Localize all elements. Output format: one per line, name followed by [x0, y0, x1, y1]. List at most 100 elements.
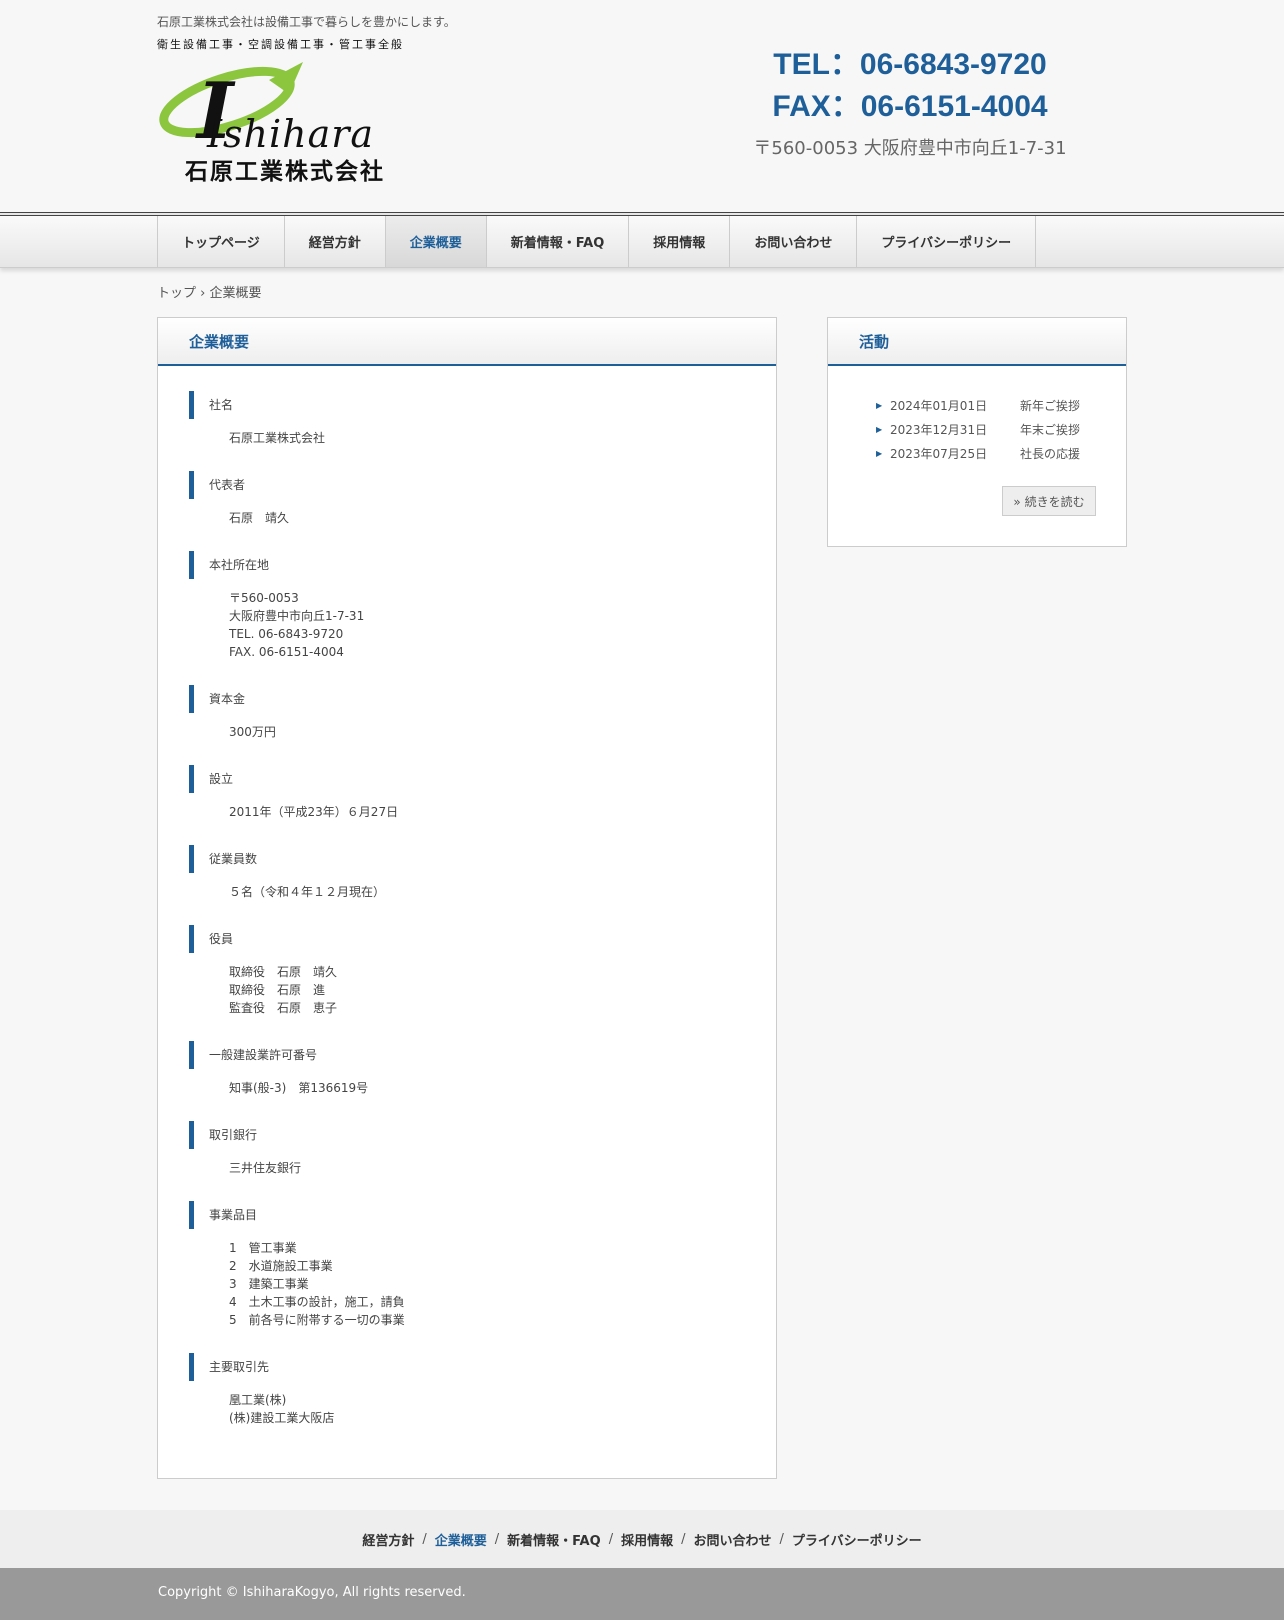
header-address: 〒560-0053 大阪府豊中市向丘1-7-31 — [753, 138, 1067, 159]
nav-item-top[interactable]: トップページ — [158, 216, 285, 267]
info-section-title: 主要取引先 — [189, 1353, 776, 1381]
caret-right-icon: ▶ — [876, 401, 883, 410]
activity-widget: 活動 ▶ 2024年01月01日 新年ご挨拶 ▶ 2023年12月31日 年末ご挨拶 ▶ 20… — [827, 317, 1127, 547]
info-section-body: ５名（令和４年１２月現在） — [189, 883, 776, 901]
info-section: 事業品目 1 管工事業 2 水道施設工事業 3 建築工事業 4 土木工事の設計，施工，請… — [189, 1201, 776, 1329]
site-header: 石原工業株式会社は設備工事で暮らしを豊かにします。 衛生設備工事・空調設備工事・… — [0, 0, 1284, 212]
read-more-button[interactable]: » 続きを読む — [1002, 486, 1096, 516]
logo-wordmark: Ishihara — [207, 112, 375, 156]
info-section-body: 〒560-0053 大阪府豊中市向丘1-7-31 TEL. 06-6843-9720… — [189, 589, 776, 661]
footer-link[interactable]: 新着情報・FAQ — [507, 1530, 601, 1549]
breadcrumb: トップ › 企業概要 — [157, 282, 262, 301]
info-section-title: 社名 — [189, 391, 776, 419]
info-section-title: 設立 — [189, 765, 776, 793]
info-section: 代表者石原 靖久 — [189, 471, 776, 527]
nav-item-privacy[interactable]: プライバシーポリシー — [857, 216, 1037, 267]
footer-link[interactable]: 経営方針 — [362, 1530, 414, 1549]
footer-separator: / — [779, 1531, 784, 1547]
nav-item-news-faq[interactable]: 新着情報・FAQ — [487, 216, 630, 267]
nav-item-policy[interactable]: 経営方針 — [285, 216, 386, 267]
nav-list: トップページ 経営方針 企業概要 新着情報・FAQ 採用情報 お問い合わせ プラ… — [157, 216, 1037, 267]
info-section-body: 2011年（平成23年）６月27日 — [189, 803, 776, 821]
info-line: 取締役 石原 靖久 — [229, 965, 338, 979]
info-line: 300万円 — [229, 725, 276, 739]
footer-bar: Copyright © IshiharaKogyo, All rights re… — [0, 1568, 1284, 1620]
activity-title: 活動 — [828, 318, 1126, 366]
info-line: 1 管工事業 — [229, 1241, 297, 1255]
info-section: 主要取引先凰工業(株) (株)建設工業大阪店 — [189, 1353, 776, 1427]
footer-link[interactable]: プライバシーポリシー — [792, 1530, 922, 1549]
info-section-title: 従業員数 — [189, 845, 776, 873]
footer-link[interactable]: 採用情報 — [621, 1530, 673, 1549]
info-section-title: 取引銀行 — [189, 1121, 776, 1149]
breadcrumb-separator: › — [200, 286, 206, 301]
company-info-list: 社名石原工業株式会社代表者石原 靖久本社所在地〒560-0053 大阪府豊中市向丘… — [158, 366, 776, 1427]
news-title: 社長の応援 — [1020, 447, 1081, 461]
info-section: 一般建設業許可番号知事(般-3) 第136619号 — [189, 1041, 776, 1097]
info-section: 従業員数 ５名（令和４年１２月現在） — [189, 845, 776, 901]
info-line: 5 前各号に附帯する一切の事業 — [229, 1313, 405, 1327]
info-line: 監査役 石原 恵子 — [229, 1001, 338, 1015]
info-section-body: 石原 靖久 — [189, 509, 776, 527]
footer-link[interactable]: 企業概要 — [435, 1530, 487, 1549]
footer-separator: / — [422, 1531, 427, 1547]
nav-item-contact[interactable]: お問い合わせ — [730, 216, 858, 267]
info-section-title: 本社所在地 — [189, 551, 776, 579]
news-item[interactable]: ▶ 2024年01月01日 新年ご挨拶 — [876, 394, 1126, 418]
caret-right-icon: ▶ — [876, 425, 883, 434]
info-section-title: 事業品目 — [189, 1201, 776, 1229]
site-tagline: 石原工業株式会社は設備工事で暮らしを豊かにします。 — [157, 15, 456, 29]
info-line: 知事(般-3) 第136619号 — [229, 1081, 369, 1095]
phone-number: TEL：06-6843-9720 — [773, 48, 1047, 81]
info-section-body: 300万円 — [189, 723, 776, 741]
footer-link[interactable]: お問い合わせ — [693, 1530, 771, 1549]
info-section: 資本金 300万円 — [189, 685, 776, 741]
info-line: FAX. 06-6151-4004 — [229, 645, 344, 659]
info-line: 2011年（平成23年）６月27日 — [229, 805, 399, 819]
info-line: 三井住友銀行 — [229, 1161, 302, 1175]
info-line: (株)建設工業大阪店 — [229, 1411, 335, 1425]
info-section-body: 1 管工事業 2 水道施設工事業 3 建築工事業 4 土木工事の設計，施工，請負 5 前… — [189, 1239, 776, 1329]
logo-company-name: 石原工業株式会社 — [185, 159, 385, 185]
info-section-body: 三井住友銀行 — [189, 1159, 776, 1177]
info-line: 4 土木工事の設計，施工，請負 — [229, 1295, 405, 1309]
info-line: 大阪府豊中市向丘1-7-31 — [229, 609, 365, 623]
info-section-body: 取締役 石原 靖久 取締役 石原 進監査役 石原 恵子 — [189, 963, 776, 1017]
info-section-body: 凰工業(株) (株)建設工業大阪店 — [189, 1391, 776, 1427]
info-section: 設立 2011年（平成23年）６月27日 — [189, 765, 776, 821]
info-section-title: 役員 — [189, 925, 776, 953]
info-section-body: 知事(般-3) 第136619号 — [189, 1079, 776, 1097]
info-line: 凰工業(株) — [229, 1393, 287, 1407]
info-line: 2 水道施設工事業 — [229, 1259, 333, 1273]
news-title: 新年ご挨拶 — [1020, 399, 1081, 413]
copyright-text: Copyright © IshiharaKogyo, All rights re… — [158, 1585, 466, 1600]
footer-separator: / — [608, 1531, 614, 1547]
info-line: 取締役 石原 進 — [229, 983, 326, 997]
info-section-body: 石原工業株式会社 — [189, 429, 776, 447]
nav-item-recruit[interactable]: 採用情報 — [629, 216, 731, 267]
info-section-title: 資本金 — [189, 685, 776, 713]
nav-item-company[interactable]: 企業概要 — [385, 216, 487, 267]
news-item[interactable]: ▶ 2023年12月31日 年末ご挨拶 — [876, 418, 1126, 442]
news-title: 年末ご挨拶 — [1020, 423, 1081, 437]
info-line: 石原工業株式会社 — [229, 431, 326, 445]
contact-block: TEL：06-6843-9720 FAX：06-6151-4004 〒560-0… — [740, 44, 1080, 160]
info-line: 石原 靖久 — [229, 511, 290, 525]
footer-separator: / — [494, 1531, 500, 1547]
site-logo[interactable]: 衛生設備工事・空調設備工事・管工事全般 I Ishihara 石原工業株式会社 — [157, 36, 407, 185]
news-list: ▶ 2024年01月01日 新年ご挨拶 ▶ 2023年12月31日 年末ご挨拶 ▶ 2023年… — [828, 366, 1126, 466]
info-section: 社名石原工業株式会社 — [189, 391, 776, 447]
info-line: 3 建築工事業 — [229, 1277, 309, 1291]
info-line: ５名（令和４年１２月現在） — [229, 885, 386, 899]
info-section-title: 一般建設業許可番号 — [189, 1041, 776, 1069]
news-item[interactable]: ▶ 2023年07月25日 社長の応援 — [876, 442, 1126, 466]
info-section: 取引銀行三井住友銀行 — [189, 1121, 776, 1177]
global-nav: トップページ 経営方針 企業概要 新着情報・FAQ 採用情報 お問い合わせ プラ… — [0, 212, 1284, 268]
info-section: 本社所在地〒560-0053 大阪府豊中市向丘1-7-31 TEL. 06-6843… — [189, 551, 776, 661]
breadcrumb-home-link[interactable]: トップ — [157, 286, 196, 301]
footer-separator: / — [681, 1531, 686, 1547]
news-date: 2023年07月25日 — [890, 447, 988, 461]
company-overview-panel: 企業概要 社名 石原工業株式会社 代表者 石原 靖久 本社所在地 〒560-0053 大阪府… — [157, 317, 777, 1479]
info-section-title: 代表者 — [189, 471, 776, 499]
breadcrumb-current: 企業概要 — [209, 286, 262, 301]
